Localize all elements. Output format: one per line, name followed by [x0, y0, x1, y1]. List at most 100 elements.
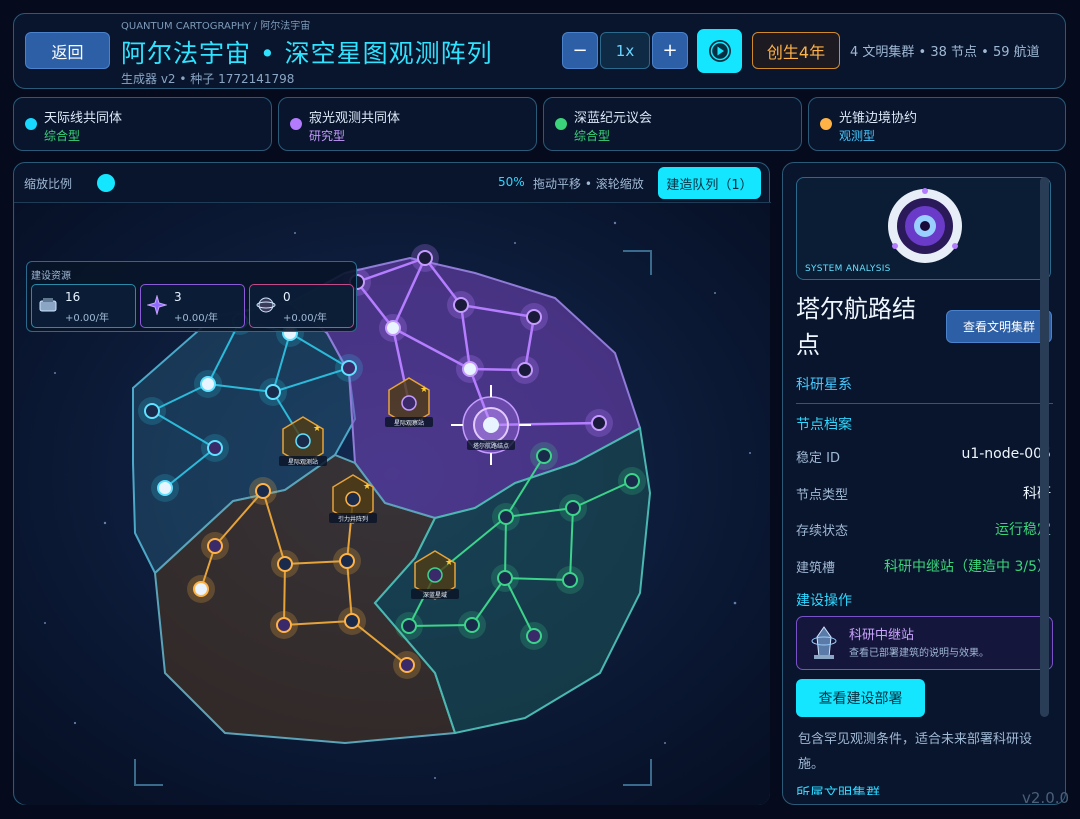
star-node[interactable]	[138, 397, 166, 425]
faction-card-silent-light[interactable]: 寂光观测共同体 研究型	[278, 97, 537, 151]
faction-name: 深蓝纪元议会	[574, 111, 653, 126]
view-deploy-button[interactable]: 查看建设部署	[796, 679, 925, 717]
resource-rate: +0.00/年	[283, 313, 328, 324]
star-node[interactable]	[201, 532, 229, 560]
faction-card-deep-blue[interactable]: 深蓝纪元议会 综合型	[543, 97, 802, 151]
preview-caption: SYSTEM ANALYSIS	[805, 264, 891, 274]
faction-card-light-cone[interactable]: 光锥边境协约 观测型	[808, 97, 1066, 151]
zoom-label: 缩放比例	[24, 177, 73, 191]
galaxy-portal-icon	[888, 188, 962, 263]
faction-color-dot	[555, 118, 567, 130]
star-node[interactable]	[492, 503, 520, 531]
breadcrumb: QUANTUM CARTOGRAPHY / 阿尔法宇宙	[121, 21, 311, 32]
star-node[interactable]	[194, 370, 222, 398]
star-map-panel: 缩放比例 50% 拖动平移 • 滚轮缩放 建造队列（1） 塔尔航路结点 ★ 星际…	[13, 162, 771, 805]
star-node[interactable]	[520, 303, 548, 331]
star-node[interactable]	[249, 477, 277, 505]
star-node[interactable]	[393, 651, 421, 679]
star-node[interactable]	[335, 354, 363, 382]
system-preview: SYSTEM ANALYSIS	[796, 177, 1051, 280]
star-node[interactable]	[338, 607, 366, 635]
svg-text:★: ★	[313, 424, 321, 434]
node-note: 包含罕见观测条件，适合未来部署科研设施。	[798, 732, 1033, 772]
star-node[interactable]	[271, 550, 299, 578]
version-label: v2.0.0	[1022, 789, 1070, 807]
star-node[interactable]	[618, 467, 646, 495]
svg-text:★: ★	[445, 558, 453, 568]
star-node[interactable]	[187, 575, 215, 603]
zoom-slider-handle[interactable]	[97, 174, 115, 192]
resource-value: 16	[65, 290, 81, 304]
scrollbar[interactable]	[1040, 177, 1049, 717]
speed-increase-button[interactable]: +	[652, 32, 688, 69]
selected-node-label: 塔尔航路结点	[473, 442, 509, 450]
zoom-hint: 拖动平移 • 滚轮缩放	[533, 177, 644, 191]
building-label: 深蓝星域	[423, 591, 447, 599]
star-node[interactable]	[259, 378, 287, 406]
zoom-percentage: 50%	[498, 175, 525, 189]
system-type: 科研星系	[796, 377, 852, 393]
resource-value: 3	[174, 290, 182, 304]
star-map-canvas[interactable]: 塔尔航路结点 ★ 星际观察站 ★ 星际观测站 ★ 引力井阵列 ★ 深蓝星域 建设…	[15, 203, 770, 805]
energy-orb-icon	[256, 297, 276, 313]
field-label: 节点类型	[796, 488, 849, 503]
year-badge: 创生4年	[752, 32, 840, 69]
node-detail-panel: SYSTEM ANALYSIS 塔尔航路结点 查看文明集群 科研星系 节点档案 …	[782, 162, 1066, 805]
star-node[interactable]	[458, 611, 486, 639]
resource-rate: +0.00/年	[174, 313, 219, 324]
slot-value: 科研中继站（建造中 3/5）	[884, 559, 1051, 575]
resource-rate: +0.00/年	[65, 313, 110, 324]
node-name: 塔尔航路结点	[796, 295, 916, 359]
play-button[interactable]	[697, 29, 742, 73]
resource-crystal: 3 +0.00/年	[140, 284, 245, 328]
star-node[interactable]	[520, 622, 548, 650]
star-node[interactable]	[151, 474, 179, 502]
ops-heading: 建设操作	[796, 593, 852, 609]
star-node[interactable]	[559, 494, 587, 522]
speed-value: 1x	[600, 32, 650, 69]
field-value: u1-node-005	[961, 446, 1051, 462]
star-node[interactable]	[456, 355, 484, 383]
star-node[interactable]	[333, 547, 361, 575]
resource-value: 0	[283, 290, 291, 304]
divider	[796, 403, 1053, 404]
faction-card-skyline[interactable]: 天际线共同体 综合型	[13, 97, 272, 151]
build-queue-button[interactable]: 建造队列（1）	[658, 167, 761, 199]
star-node[interactable]	[491, 564, 519, 592]
faction-color-dot	[25, 118, 37, 130]
star-node[interactable]	[511, 356, 539, 384]
star-node[interactable]	[379, 314, 407, 342]
resource-metal: 16 +0.00/年	[31, 284, 136, 328]
star-node[interactable]	[447, 291, 475, 319]
faction-name: 天际线共同体	[44, 111, 123, 126]
top-bar: 返回 QUANTUM CARTOGRAPHY / 阿尔法宇宙 阿尔法宇宙 • 深…	[13, 13, 1066, 89]
faction-name: 光锥边境协约	[839, 111, 918, 126]
field-label: 存续状态	[796, 524, 849, 539]
faction-color-dot	[290, 118, 302, 130]
star-node[interactable]	[270, 611, 298, 639]
speed-decrease-button[interactable]: −	[562, 32, 598, 69]
page-subtitle: 生成器 v2 • 种子 1772141798	[121, 72, 295, 86]
svg-text:★: ★	[420, 385, 428, 395]
building-name: 科研中继站	[849, 628, 915, 643]
faction-name: 寂光观测共同体	[309, 111, 401, 126]
building-card[interactable]: 科研中继站 查看已部署建筑的说明与效果。	[796, 616, 1053, 670]
crystal-star-icon	[147, 295, 167, 315]
back-button[interactable]: 返回	[25, 32, 110, 69]
view-cluster-button[interactable]: 查看文明集群	[946, 310, 1052, 343]
star-node[interactable]	[395, 612, 423, 640]
faction-type: 观测型	[839, 129, 876, 143]
star-node[interactable]	[411, 244, 439, 272]
star-node[interactable]	[556, 566, 584, 594]
faction-type: 综合型	[574, 129, 611, 143]
star-node[interactable]	[585, 409, 613, 437]
slot-label: 建筑槽	[796, 561, 836, 576]
building-desc: 查看已部署建筑的说明与效果。	[849, 648, 989, 659]
star-node[interactable]	[530, 442, 558, 470]
building-label: 星际观察站	[394, 419, 424, 427]
cluster-heading: 所属文明集群	[796, 786, 880, 795]
universe-stats: 4 文明集群 • 38 节点 • 59 航道	[850, 45, 1040, 60]
faction-type: 综合型	[44, 129, 81, 143]
star-node[interactable]	[201, 434, 229, 462]
play-icon	[708, 40, 731, 62]
